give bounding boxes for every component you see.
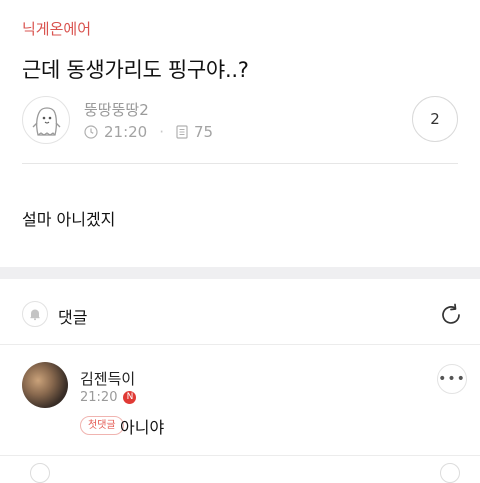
comment-author[interactable]: 김젠득이 bbox=[80, 368, 135, 389]
document-icon bbox=[176, 125, 188, 139]
new-badge: N bbox=[123, 391, 137, 404]
bell-icon[interactable] bbox=[22, 301, 48, 327]
comment-count-button[interactable]: 2 bbox=[412, 96, 458, 142]
next-more-button bbox=[440, 463, 460, 483]
next-comment-avatar bbox=[30, 463, 50, 483]
divider bbox=[0, 344, 480, 345]
divider bbox=[22, 163, 458, 164]
post-meta: 21:20 · 75 bbox=[84, 123, 213, 141]
comment-text: 아니야 bbox=[120, 418, 165, 437]
clock-icon bbox=[84, 125, 98, 139]
comments-title: 댓글 bbox=[58, 308, 88, 327]
post-time: 21:20 bbox=[104, 123, 148, 141]
divider bbox=[0, 455, 480, 456]
meta-separator: · bbox=[159, 123, 165, 141]
comment-meta: 21:20 N bbox=[80, 390, 137, 405]
post-author[interactable]: 뚱땅뚱땅2 bbox=[84, 99, 149, 120]
section-separator bbox=[0, 267, 480, 279]
author-avatar[interactable] bbox=[22, 96, 70, 144]
post-title: 근데 동생가리도 핑구야..? bbox=[22, 58, 249, 82]
comment-avatar[interactable] bbox=[22, 362, 68, 408]
refresh-icon[interactable] bbox=[438, 302, 464, 328]
post-views: 75 bbox=[194, 123, 214, 141]
comment-time: 21:20 bbox=[80, 390, 118, 405]
ghost-mascot-icon bbox=[32, 107, 61, 136]
post-body: 설마 아니겠지 bbox=[22, 210, 116, 229]
more-dots-icon[interactable]: ••• bbox=[437, 364, 467, 394]
first-comment-badge: 첫댓글 bbox=[80, 416, 124, 435]
category-link[interactable]: 닉게온에어 bbox=[22, 18, 91, 39]
